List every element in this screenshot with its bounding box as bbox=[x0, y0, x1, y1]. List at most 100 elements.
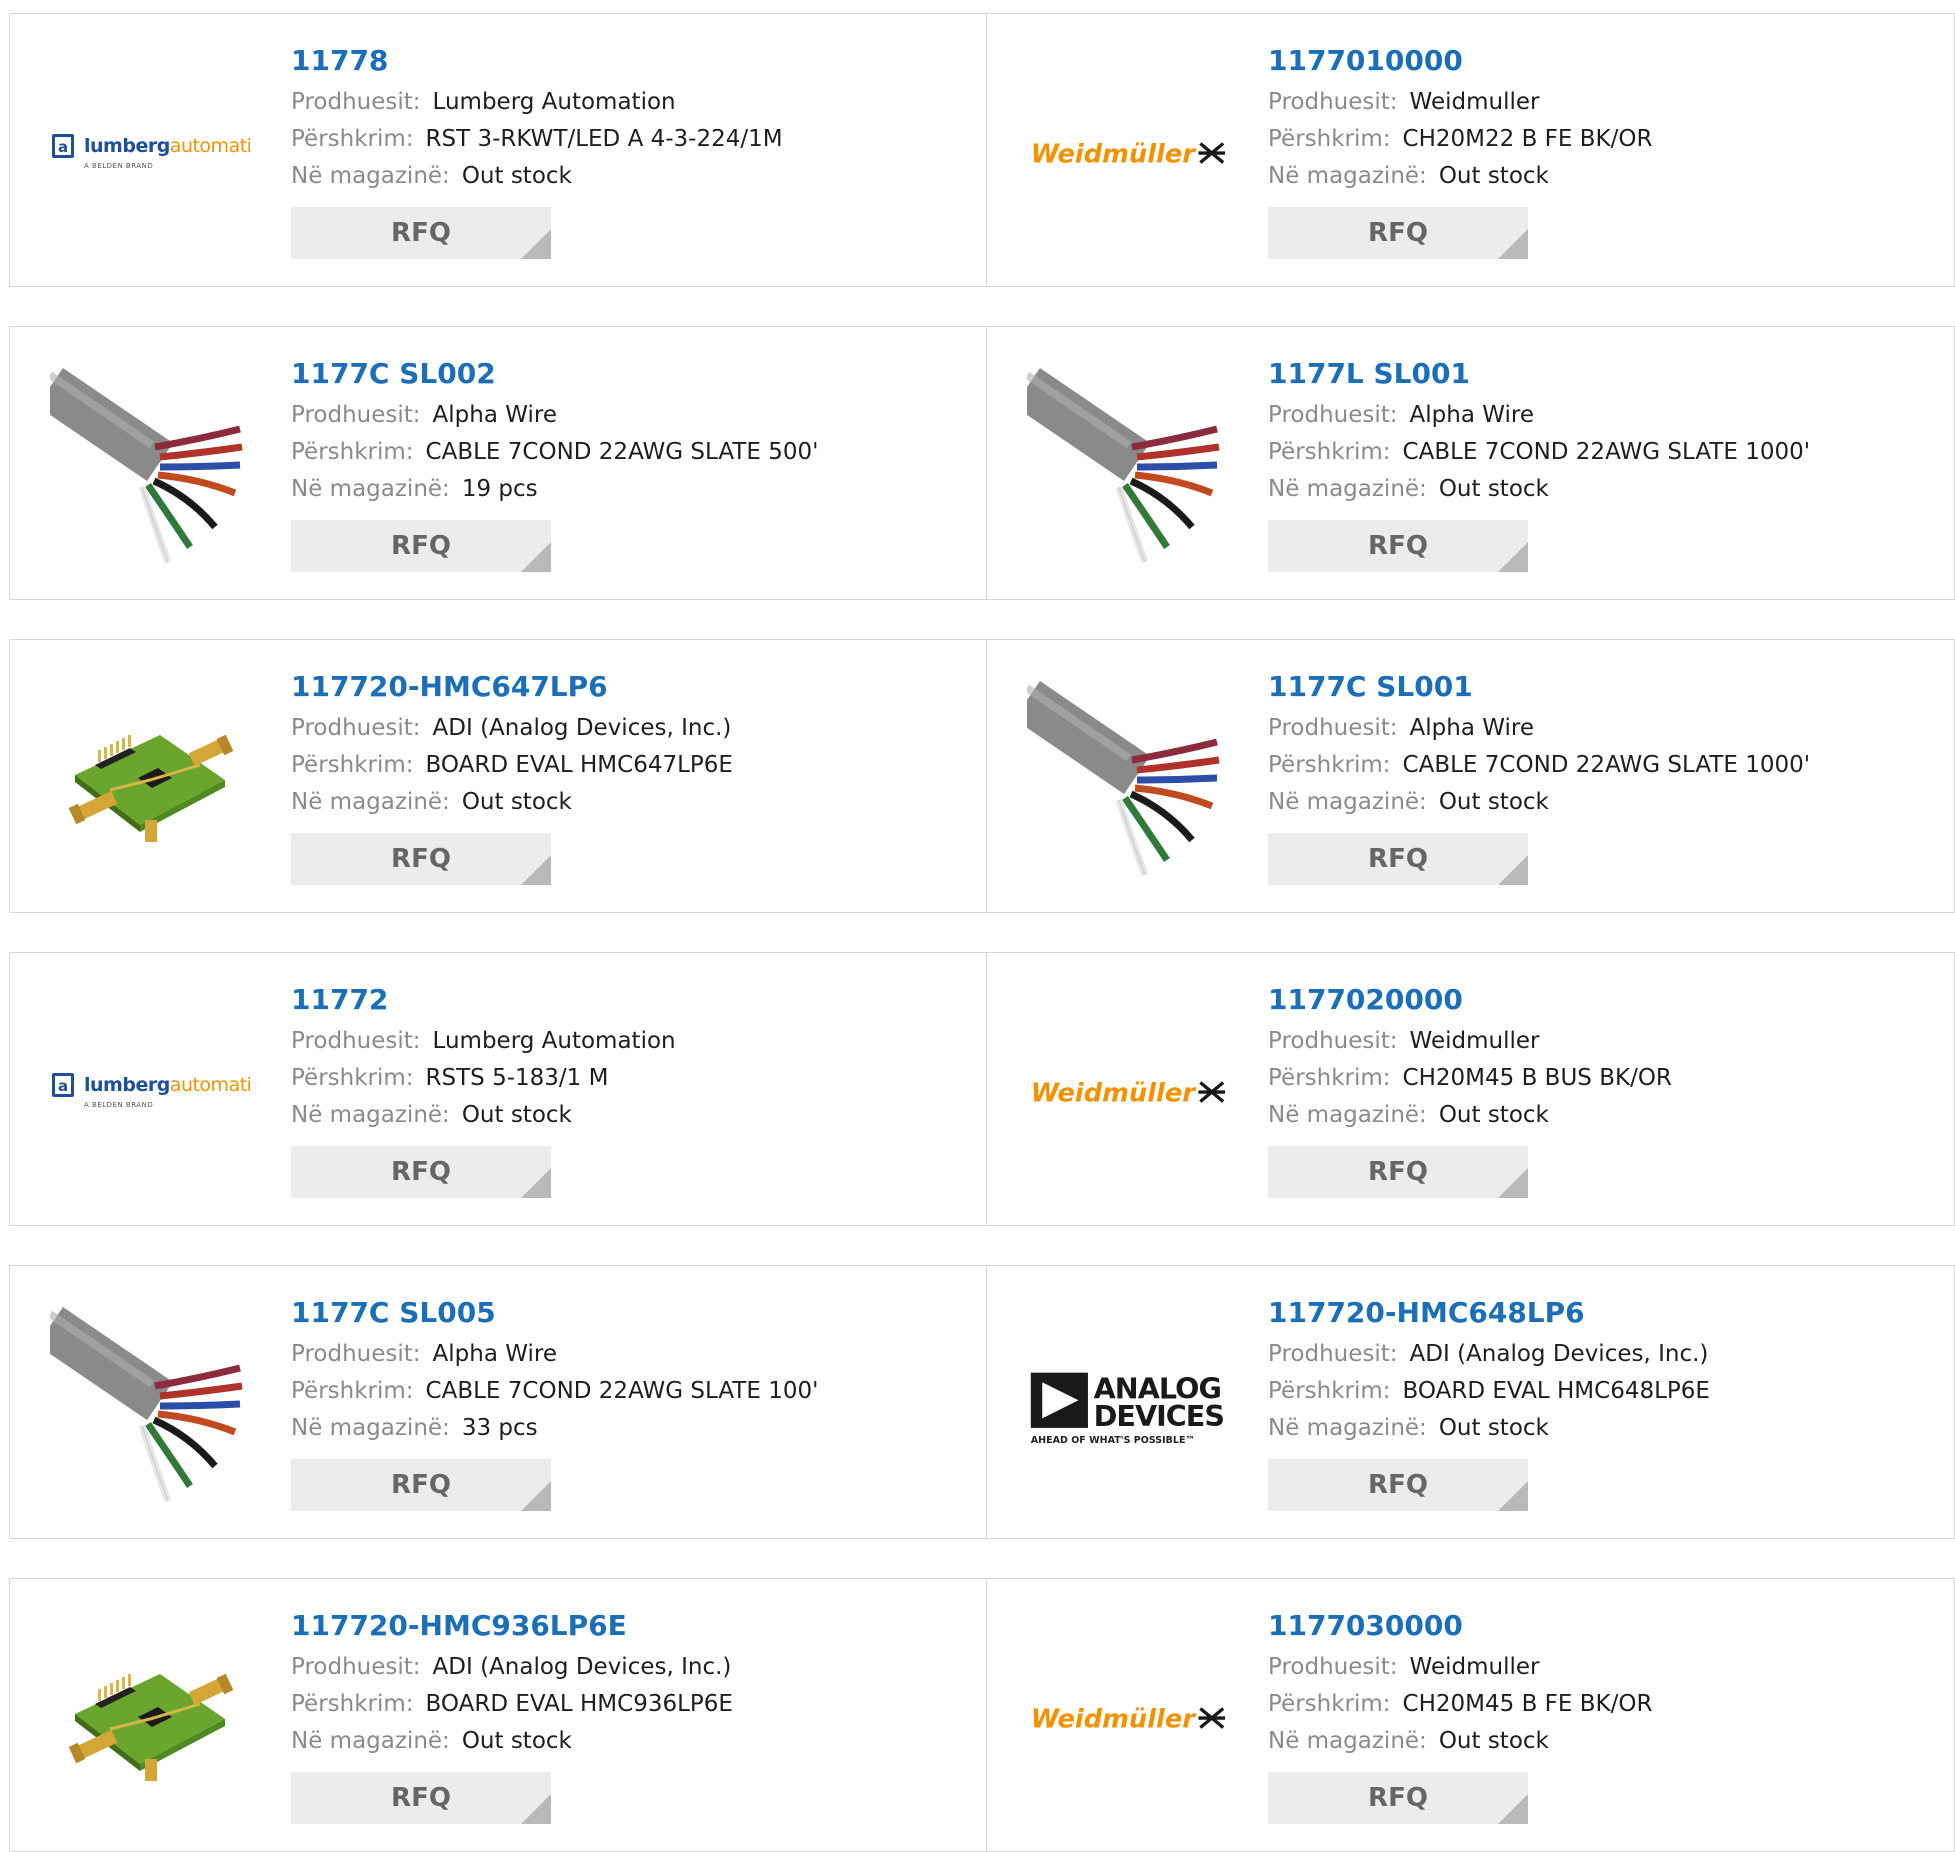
description-label: Përshkrim: bbox=[1268, 126, 1391, 152]
part-number-link[interactable]: 117720-HMC647LP6 bbox=[291, 670, 608, 704]
rfq-button[interactable]: RFQ bbox=[291, 1459, 551, 1511]
manufacturer-label: Prodhuesit: bbox=[291, 402, 421, 428]
product-card: a lumbergautomation A BELDEN BRAND 11772… bbox=[10, 953, 986, 1225]
manufacturer-value: Lumberg Automation bbox=[432, 1028, 676, 1054]
part-number-link[interactable]: 1177C SL005 bbox=[291, 1296, 496, 1330]
product-image[interactable] bbox=[1027, 367, 1227, 567]
product-image[interactable]: Weidmüller bbox=[1027, 54, 1227, 254]
part-number-link[interactable]: 11778 bbox=[291, 44, 388, 78]
description-label: Përshkrim: bbox=[291, 752, 414, 778]
description-row: Përshkrim: BOARD EVAL HMC936LP6E bbox=[291, 1686, 976, 1723]
part-number-link[interactable]: 117720-HMC648LP6 bbox=[1268, 1296, 1585, 1330]
product-row: 1177C SL002 Prodhuesit: Alpha Wire Përshk… bbox=[9, 326, 1955, 600]
manufacturer-row: Prodhuesit: ADI (Analog Devices, Inc.) bbox=[1268, 1336, 1944, 1373]
product-card: ANALOG DEVICES AHEAD OF WHAT'S POSSIBLE™… bbox=[986, 1266, 1954, 1538]
manufacturer-value: ADI (Analog Devices, Inc.) bbox=[432, 1654, 732, 1680]
description-label: Përshkrim: bbox=[291, 1065, 414, 1091]
weidmuller-logo: Weidmüller bbox=[1031, 1079, 1226, 1109]
product-info: 117720-HMC936LP6E Prodhuesit: ADI (Analog… bbox=[291, 1609, 976, 1824]
stock-label: Në magazinë: bbox=[1268, 1102, 1427, 1128]
product-image[interactable] bbox=[1027, 680, 1227, 880]
stock-value: 19 pcs bbox=[461, 476, 538, 502]
product-card: a lumbergautomation A BELDEN BRAND 11778… bbox=[10, 14, 986, 286]
rfq-corner-decoration bbox=[1498, 1794, 1528, 1824]
rfq-corner-decoration bbox=[521, 542, 551, 572]
rfq-button[interactable]: RFQ bbox=[291, 1146, 551, 1198]
product-image[interactable] bbox=[50, 367, 250, 567]
rfq-button[interactable]: RFQ bbox=[1268, 1146, 1528, 1198]
product-image[interactable]: a lumbergautomation A BELDEN BRAND bbox=[50, 993, 250, 1193]
rfq-corner-decoration bbox=[521, 1481, 551, 1511]
description-value: CABLE 7COND 22AWG SLATE 1000' bbox=[1402, 752, 1811, 778]
manufacturer-row: Prodhuesit: Alpha Wire bbox=[291, 1336, 976, 1373]
rfq-button[interactable]: RFQ bbox=[291, 1772, 551, 1824]
description-label: Përshkrim: bbox=[291, 1691, 414, 1717]
rfq-corner-decoration bbox=[521, 855, 551, 885]
stock-label: Në magazinë: bbox=[1268, 1415, 1427, 1441]
manufacturer-value: Weidmuller bbox=[1409, 1654, 1540, 1680]
description-label: Përshkrim: bbox=[291, 126, 414, 152]
stock-value: Out stock bbox=[461, 1728, 572, 1754]
product-image[interactable]: Weidmüller bbox=[1027, 1619, 1227, 1819]
part-number-link[interactable]: 11772 bbox=[291, 983, 388, 1017]
rfq-button-label: RFQ bbox=[1368, 1783, 1428, 1813]
rfq-button[interactable]: RFQ bbox=[1268, 1459, 1528, 1511]
product-image[interactable]: Weidmüller bbox=[1027, 993, 1227, 1193]
rfq-button[interactable]: RFQ bbox=[291, 833, 551, 885]
description-value: BOARD EVAL HMC648LP6E bbox=[1402, 1378, 1710, 1404]
manufacturer-value: Weidmuller bbox=[1409, 1028, 1540, 1054]
rfq-button[interactable]: RFQ bbox=[1268, 520, 1528, 572]
rfq-button-label: RFQ bbox=[1368, 1470, 1428, 1500]
product-image[interactable] bbox=[50, 1619, 250, 1819]
part-number-link[interactable]: 1177010000 bbox=[1268, 44, 1463, 78]
stock-label: Në magazinë: bbox=[291, 789, 450, 815]
manufacturer-row: Prodhuesit: ADI (Analog Devices, Inc.) bbox=[291, 1649, 976, 1686]
rfq-button[interactable]: RFQ bbox=[1268, 1772, 1528, 1824]
sma-connector bbox=[188, 1673, 234, 1705]
stock-value: Out stock bbox=[1438, 1102, 1549, 1128]
rfq-corner-decoration bbox=[521, 229, 551, 259]
rfq-button[interactable]: RFQ bbox=[1268, 833, 1528, 885]
manufacturer-label: Prodhuesit: bbox=[291, 1654, 421, 1680]
rfq-button[interactable]: RFQ bbox=[291, 207, 551, 259]
stock-row: Në magazinë: Out stock bbox=[1268, 1723, 1944, 1760]
manufacturer-row: Prodhuesit: Weidmuller bbox=[1268, 1023, 1944, 1060]
product-image[interactable]: a lumbergautomation A BELDEN BRAND bbox=[50, 54, 250, 254]
product-info: 1177C SL001 Prodhuesit: Alpha Wire Përshk… bbox=[1268, 670, 1944, 885]
product-row: a lumbergautomation A BELDEN BRAND 11772… bbox=[9, 952, 1955, 1226]
part-number-link[interactable]: 1177L SL001 bbox=[1268, 357, 1470, 391]
part-number-link[interactable]: 117720-HMC936LP6E bbox=[291, 1609, 627, 1643]
product-image[interactable] bbox=[50, 1306, 250, 1506]
part-number-link[interactable]: 1177C SL001 bbox=[1268, 670, 1473, 704]
part-number-link[interactable]: 1177030000 bbox=[1268, 1609, 1463, 1643]
rfq-button-label: RFQ bbox=[391, 1157, 451, 1187]
product-image[interactable] bbox=[50, 680, 250, 880]
product-image[interactable]: ANALOG DEVICES AHEAD OF WHAT'S POSSIBLE™ bbox=[1027, 1306, 1227, 1506]
description-row: Përshkrim: RSTS 5-183/1 M bbox=[291, 1060, 976, 1097]
stock-label: Në magazinë: bbox=[291, 476, 450, 502]
rfq-button-label: RFQ bbox=[391, 1783, 451, 1813]
description-row: Përshkrim: RST 3-RKWT/LED A 4-3-224/1M bbox=[291, 121, 976, 158]
product-card: 117720-HMC647LP6 Prodhuesit: ADI (Analog … bbox=[10, 640, 986, 912]
product-card: 1177L SL001 Prodhuesit: Alpha Wire Përshk… bbox=[986, 327, 1954, 599]
rfq-button[interactable]: RFQ bbox=[1268, 207, 1528, 259]
description-row: Përshkrim: CH20M22 B FE BK/OR bbox=[1268, 121, 1944, 158]
product-card: 1177C SL001 Prodhuesit: Alpha Wire Përshk… bbox=[986, 640, 1954, 912]
rfq-corner-decoration bbox=[521, 1794, 551, 1824]
rfq-button[interactable]: RFQ bbox=[291, 520, 551, 572]
product-info: 1177030000 Prodhuesit: Weidmuller Përshkr… bbox=[1268, 1609, 1944, 1824]
rfq-button-label: RFQ bbox=[1368, 218, 1428, 248]
eval-board-photo bbox=[68, 734, 234, 842]
product-info: 1177C SL005 Prodhuesit: Alpha Wire Përshk… bbox=[291, 1296, 976, 1511]
manufacturer-label: Prodhuesit: bbox=[1268, 715, 1398, 741]
manufacturer-value: Alpha Wire bbox=[432, 402, 557, 428]
rfq-button-label: RFQ bbox=[391, 1470, 451, 1500]
product-info: 1177L SL001 Prodhuesit: Alpha Wire Përshk… bbox=[1268, 357, 1944, 572]
part-number-link[interactable]: 1177020000 bbox=[1268, 983, 1463, 1017]
stock-row: Në magazinë: Out stock bbox=[291, 784, 976, 821]
description-row: Përshkrim: BOARD EVAL HMC648LP6E bbox=[1268, 1373, 1944, 1410]
lumberg-badge-text: a bbox=[58, 1077, 68, 1095]
product-info: 11778 Prodhuesit: Lumberg Automation Përs… bbox=[291, 44, 976, 259]
part-number-link[interactable]: 1177C SL002 bbox=[291, 357, 496, 391]
stock-value: Out stock bbox=[1438, 476, 1549, 502]
